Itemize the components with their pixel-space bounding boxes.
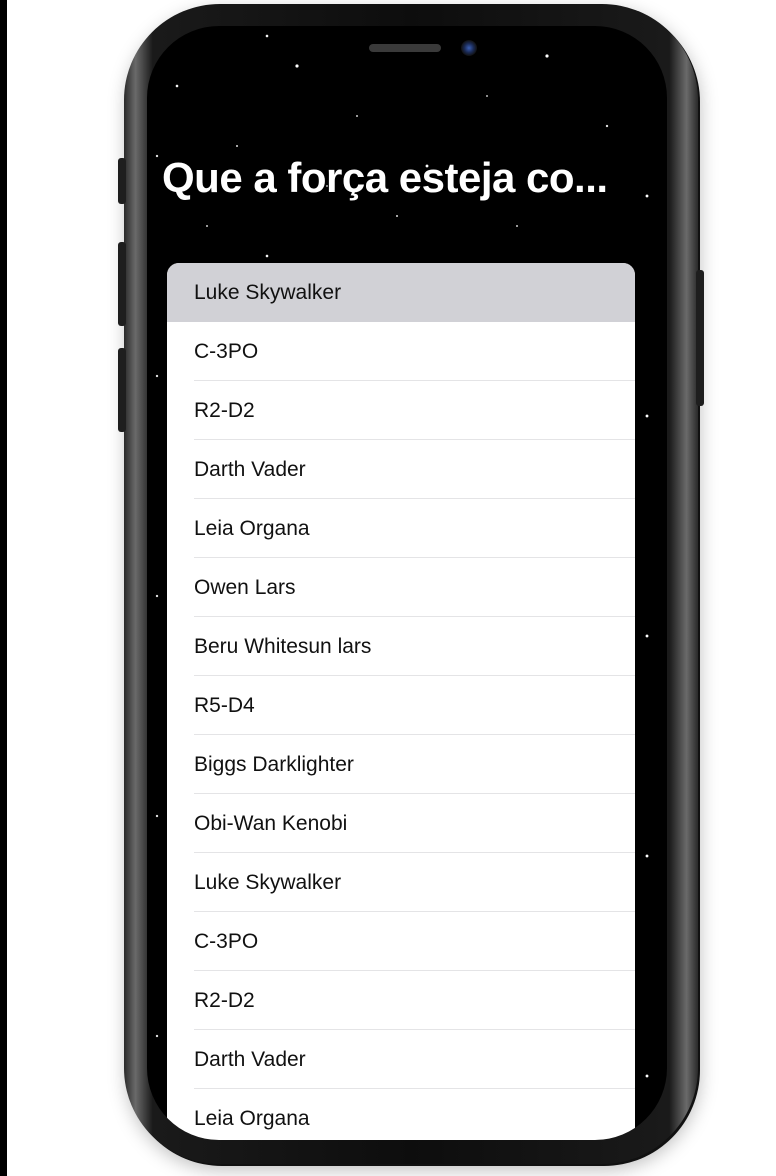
speaker-icon (369, 44, 441, 52)
left-edge-bar (0, 0, 7, 1176)
app-screen: Que a força esteja co... Luke Skywalker … (147, 26, 667, 1140)
volume-up-button (118, 242, 126, 326)
list-item[interactable]: Leia Organa (167, 1089, 635, 1140)
list-item[interactable]: Leia Organa (167, 499, 635, 558)
list-item[interactable]: Darth Vader (167, 440, 635, 499)
volume-down-button (118, 348, 126, 432)
list-item[interactable]: R5-D4 (167, 676, 635, 735)
list-item[interactable]: Luke Skywalker (167, 263, 635, 322)
list-item[interactable]: C-3PO (167, 322, 635, 381)
page-title: Que a força esteja co... (162, 154, 608, 201)
character-list: Luke Skywalker C-3PO R2-D2 Darth Vader L… (167, 263, 635, 1140)
list-item[interactable]: R2-D2 (167, 971, 635, 1030)
silent-switch (118, 158, 126, 204)
camera-icon (461, 40, 477, 56)
list-item[interactable]: Luke Skywalker (167, 853, 635, 912)
power-button (696, 270, 704, 406)
list-item[interactable]: Owen Lars (167, 558, 635, 617)
list-item[interactable]: C-3PO (167, 912, 635, 971)
list-item[interactable]: Beru Whitesun lars (167, 617, 635, 676)
list-item[interactable]: Biggs Darklighter (167, 735, 635, 794)
list-item[interactable]: Obi-Wan Kenobi (167, 794, 635, 853)
list-item[interactable]: R2-D2 (167, 381, 635, 440)
list-item[interactable]: Darth Vader (167, 1030, 635, 1089)
